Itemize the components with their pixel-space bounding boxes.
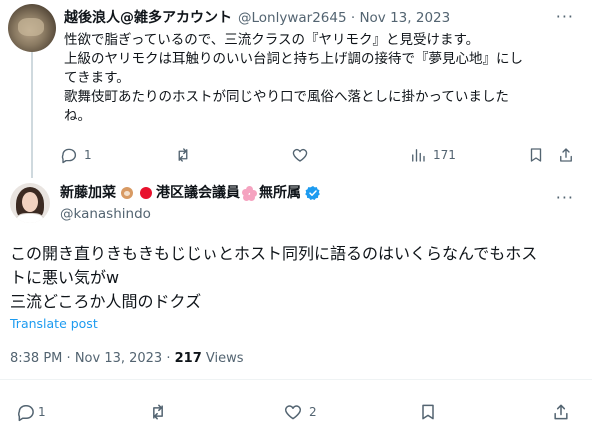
like-button[interactable] (291, 146, 315, 164)
japan-flag-icon (140, 187, 152, 199)
avatar[interactable] (8, 4, 56, 52)
reply-button[interactable]: 1 (16, 402, 46, 422)
text-line: トに悪い気がw (10, 268, 120, 287)
heart-icon (292, 148, 308, 162)
author-handle[interactable]: @Lonlywar2645 (238, 10, 347, 26)
reply-tweet[interactable]: 越後浪人@雑多アカウント @Lonlywar2645 · Nov 13, 2023… (0, 0, 592, 178)
author-name[interactable]: 越後浪人@雑多アカウント (64, 10, 232, 26)
author-title-text: 港区議会議員 (156, 185, 240, 201)
bookmark-button[interactable] (527, 146, 545, 164)
share-icon (554, 404, 568, 420)
reply-button[interactable]: 1 (60, 146, 92, 164)
share-button[interactable] (557, 146, 575, 164)
author-affiliation-text: 無所属 (259, 185, 301, 201)
text-line: 性欲で脂ぎっているので、三流クラスの『ヤリモク』と見受けます。 (64, 32, 480, 48)
separator: · (350, 10, 356, 26)
text-line: ね。 (64, 108, 91, 124)
tweet-body: この開き直りきもきもじじぃとホスト同列に語るのはいくらなんでもホス トに悪い気が… (10, 242, 586, 314)
retweet-button[interactable] (174, 146, 198, 164)
cherry-blossom-icon (242, 185, 257, 201)
reply-count: 1 (38, 405, 46, 419)
like-count: 2 (309, 405, 317, 419)
comment-icon (18, 405, 34, 422)
views-button[interactable]: 171 (409, 146, 456, 164)
bookmark-button[interactable] (418, 402, 438, 422)
separator: · (66, 351, 71, 366)
text-line: 三流どころか人間のドクズ (10, 292, 202, 311)
dog-icon (119, 186, 135, 200)
separator: · (166, 351, 171, 366)
heart-icon (284, 405, 302, 420)
retweet-icon (178, 148, 188, 162)
post-date[interactable]: Nov 13, 2023 (359, 10, 450, 26)
bookmark-icon (530, 148, 542, 162)
author-name[interactable]: 新藤加菜 港区議会議員 無所属 (60, 184, 321, 202)
text-line: てきます。 (64, 70, 130, 86)
views-count: 171 (433, 148, 456, 162)
text-line: 上級のヤリモクは耳触りのいい台詞と持ち上げ調の接待で『夢見心地』にし (64, 51, 523, 67)
author-handle[interactable]: @kanashindo (60, 206, 151, 222)
reply-body: 性欲で脂ぎっているので、三流クラスの『ヤリモク』と見受けます。 上級のヤリモクは… (64, 31, 584, 126)
avatar[interactable] (10, 183, 50, 223)
text-line: この開き直りきもきもじじぃとホスト同列に語るのはいくらなんでもホス (10, 244, 538, 263)
post-time[interactable]: 8:38 PM (10, 351, 62, 366)
bookmark-icon (422, 404, 434, 420)
share-button[interactable] (551, 402, 571, 422)
comment-icon (61, 148, 77, 164)
thread-line (31, 52, 33, 178)
translate-link[interactable]: Translate post (10, 316, 98, 331)
analytics-icon (412, 149, 425, 162)
more-icon[interactable]: ··· (556, 9, 574, 25)
reply-header: 越後浪人@雑多アカウント @Lonlywar2645 · Nov 13, 2023 (64, 9, 450, 27)
views-count: 217 (174, 351, 202, 366)
main-tweet: 新藤加菜 港区議会議員 無所属 @kanashindo ··· この開き直りきも… (0, 180, 592, 429)
post-date[interactable]: Nov 13, 2023 (75, 351, 162, 366)
author-name-text: 新藤加菜 (60, 185, 116, 201)
retweet-icon (153, 404, 163, 420)
views-label: Views (205, 351, 244, 366)
reply-count: 1 (84, 148, 92, 162)
verified-badge-icon (305, 186, 320, 200)
share-icon (560, 148, 572, 162)
retweet-button[interactable] (148, 402, 174, 422)
like-button[interactable]: 2 (283, 402, 317, 422)
divider (0, 379, 592, 380)
text-line: 歌舞伎町あたりのホストが同じやり口で風俗へ落としに掛かっていました (64, 89, 509, 105)
post-timestamp: 8:38 PM · Nov 13, 2023 · 217 Views (10, 351, 244, 366)
more-icon[interactable]: ··· (556, 188, 574, 207)
